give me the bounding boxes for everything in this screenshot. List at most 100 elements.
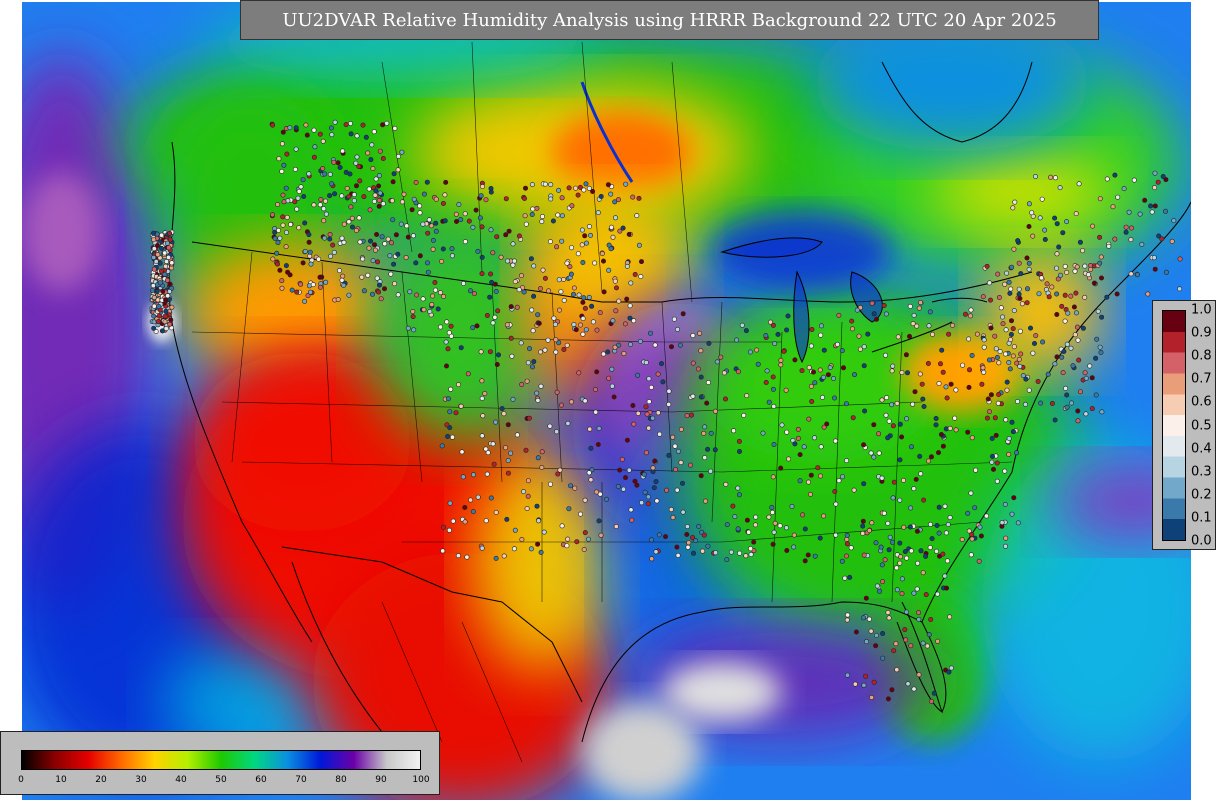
observation-marker <box>919 381 925 387</box>
observation-marker <box>978 533 984 539</box>
observation-marker <box>503 232 509 238</box>
observation-marker <box>652 342 658 348</box>
observation-marker <box>863 673 869 679</box>
observation-marker <box>564 342 570 348</box>
observation-marker <box>283 229 289 235</box>
observation-marker <box>986 357 992 363</box>
observation-marker <box>368 157 374 163</box>
observation-marker <box>983 513 989 519</box>
observation-marker <box>690 550 696 556</box>
observation-marker <box>534 205 540 211</box>
observation-marker <box>817 473 823 479</box>
observation-marker <box>802 526 808 532</box>
observation-marker <box>775 331 781 337</box>
observation-marker <box>369 142 375 148</box>
observation-marker <box>336 268 342 274</box>
observation-marker <box>741 412 747 418</box>
observation-marker <box>535 455 541 461</box>
observation-marker <box>897 497 903 503</box>
observation-marker <box>735 485 741 491</box>
observation-marker <box>613 523 619 529</box>
observation-marker <box>899 591 905 597</box>
observation-marker <box>279 168 285 174</box>
observation-marker <box>169 260 175 266</box>
observation-marker <box>475 248 481 254</box>
observation-marker <box>322 235 328 241</box>
observation-marker <box>880 655 886 661</box>
observation-marker <box>701 430 707 436</box>
observation-marker <box>1006 451 1012 457</box>
observation-marker <box>592 260 598 266</box>
observation-marker <box>1128 271 1134 277</box>
observation-marker <box>886 615 892 621</box>
observation-marker <box>370 166 376 172</box>
observation-marker <box>732 514 738 520</box>
observation-marker <box>561 297 567 303</box>
observation-marker <box>700 548 706 554</box>
observation-marker <box>1072 332 1078 338</box>
observation-marker <box>969 352 975 358</box>
observation-marker <box>1016 291 1022 297</box>
observation-marker <box>1052 361 1058 367</box>
observation-marker <box>680 509 686 515</box>
observation-marker <box>960 362 966 368</box>
observation-marker <box>159 268 165 274</box>
observation-marker <box>914 323 920 329</box>
observation-marker <box>1131 177 1137 183</box>
observation-marker <box>879 475 885 481</box>
observation-marker <box>151 266 157 272</box>
observation-marker <box>568 399 574 405</box>
observation-tick-label: 1.0 <box>1191 302 1212 318</box>
observation-marker <box>946 669 952 675</box>
observation-marker <box>1011 246 1017 252</box>
observation-marker <box>595 210 601 216</box>
observation-marker <box>441 293 447 299</box>
observation-marker <box>353 228 359 234</box>
observation-marker <box>571 321 577 327</box>
observation-marker <box>301 194 307 200</box>
rh-analysis-map <box>22 2 1191 800</box>
observation-marker <box>693 538 699 544</box>
observation-marker <box>772 520 778 526</box>
observation-marker <box>832 438 838 444</box>
observation-marker <box>280 214 286 220</box>
observation-marker <box>443 179 449 185</box>
observation-marker <box>784 429 790 435</box>
observation-marker <box>157 280 163 286</box>
observation-marker <box>1027 325 1033 331</box>
observation-marker <box>493 419 499 425</box>
observation-marker <box>611 394 617 400</box>
humidity-tick-label: 0 <box>18 775 24 785</box>
observation-marker <box>596 425 602 431</box>
observation-marker <box>534 390 540 396</box>
observation-marker <box>340 148 346 154</box>
observation-marker <box>478 193 484 199</box>
observation-marker <box>1152 266 1158 272</box>
observation-marker <box>806 364 812 370</box>
observation-marker <box>523 447 529 453</box>
observation-marker <box>921 497 927 503</box>
observation-marker <box>884 395 890 401</box>
observation-marker <box>545 337 551 343</box>
observation-marker <box>538 549 544 555</box>
observation-marker <box>317 284 323 290</box>
observation-marker <box>424 260 430 266</box>
observation-marker <box>306 232 312 238</box>
observation-marker <box>167 281 173 287</box>
observation-marker <box>880 630 886 636</box>
observation-marker <box>1011 495 1017 501</box>
observation-marker <box>831 395 837 401</box>
observation-marker <box>966 367 972 373</box>
observation-marker <box>943 530 949 536</box>
observation-marker <box>889 687 895 693</box>
observation-marker <box>490 320 496 326</box>
observation-marker <box>440 548 446 554</box>
observation-marker <box>642 489 648 495</box>
observation-marker <box>900 477 906 483</box>
observation-marker <box>890 363 896 369</box>
observation-marker <box>928 454 934 460</box>
observation-marker <box>675 552 681 558</box>
observation-marker <box>946 331 952 337</box>
observation-marker <box>918 548 924 554</box>
observation-marker <box>372 247 378 253</box>
